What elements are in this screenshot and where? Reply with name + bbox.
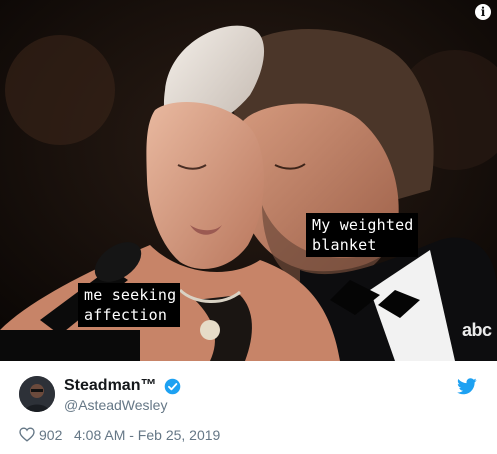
display-name[interactable]: Steadman™ — [64, 377, 156, 395]
tweet-footer: 902 4:08 AM - Feb 25, 2019 — [0, 421, 497, 454]
caption-me-seeking-affection: me seeking affection — [78, 283, 181, 327]
tweet-card: My weighted blanket me seeking affection… — [0, 0, 497, 454]
avatar[interactable] — [19, 376, 55, 412]
timestamp[interactable]: 4:08 AM - Feb 25, 2019 — [74, 427, 220, 443]
tweet-author: Steadman™ @AsteadWesley — [0, 361, 497, 421]
tweet-photo[interactable]: My weighted blanket me seeking affection… — [0, 0, 497, 361]
heart-icon[interactable] — [19, 427, 35, 442]
handle[interactable]: @AsteadWesley — [64, 397, 167, 413]
twitter-bird-icon[interactable] — [457, 378, 477, 395]
like-count[interactable]: 902 — [39, 427, 62, 443]
abc-watermark: abc — [462, 320, 492, 340]
photo-scene — [0, 0, 497, 361]
caption-my-weighted-blanket: My weighted blanket — [306, 213, 418, 257]
verified-icon — [164, 378, 181, 395]
avatar-image — [19, 376, 55, 412]
info-icon[interactable]: i — [475, 4, 491, 20]
